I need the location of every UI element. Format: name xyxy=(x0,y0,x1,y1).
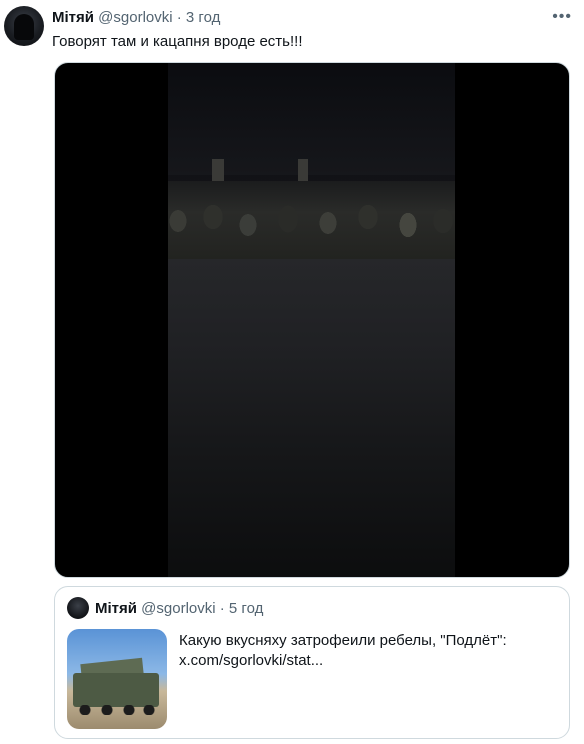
quoted-thumbnail xyxy=(67,629,167,729)
quoted-text-line1: Какую вкусняху затрофеили ребелы, "Подлё… xyxy=(179,632,507,649)
quoted-author-handle: @sgorlovki xyxy=(141,600,216,617)
video-crowd xyxy=(168,181,455,259)
quoted-tweet-header: Мітяй @sgorlovki · 5 год xyxy=(95,600,263,617)
video-frame xyxy=(168,63,455,577)
quoted-tweet-text: Какую вкусняху затрофеили ребелы, "Подлё… xyxy=(179,631,507,671)
quoted-tweet-timestamp: 5 год xyxy=(228,600,264,617)
separator-dot: · xyxy=(176,9,182,26)
tweet-video[interactable] xyxy=(54,62,570,578)
video-ground xyxy=(168,259,455,577)
quoted-separator-dot: · xyxy=(219,600,225,617)
tweet-timestamp[interactable]: 3 год xyxy=(186,9,220,26)
quoted-author-avatar xyxy=(67,597,89,619)
author-name[interactable]: Мітяй xyxy=(52,9,94,26)
author-handle[interactable]: @sgorlovki xyxy=(98,9,172,26)
tweet-text: Говорят там и кацапня вроде есть!!! xyxy=(52,33,303,50)
quoted-text-link: x.com/sgorlovki/stat... xyxy=(179,652,324,669)
quoted-author-name: Мітяй xyxy=(95,600,137,617)
author-avatar[interactable] xyxy=(4,6,44,46)
quoted-tweet[interactable]: Мітяй @sgorlovki · 5 год Какую вкусняху … xyxy=(54,586,570,739)
tweet-header: Мітяй @sgorlovki · 3 год xyxy=(52,9,220,26)
more-horizontal-icon[interactable]: ••• xyxy=(552,8,572,26)
